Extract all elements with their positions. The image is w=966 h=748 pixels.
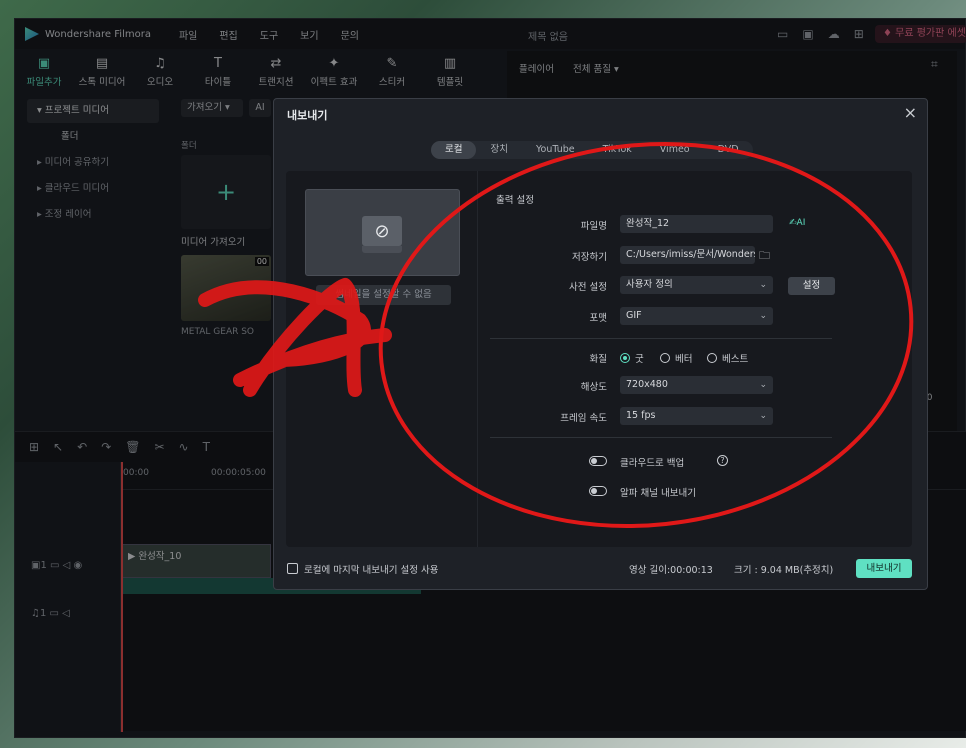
dialog-title: 내보내기	[287, 109, 328, 122]
chevron-down-icon: ⌄	[759, 380, 767, 390]
preview-bar	[362, 246, 402, 253]
framerate-value: 15 fps	[626, 410, 656, 421]
export-content: ⊘ 썸네일을 설정할 수 없음 출력 설정 파일명 완성작_12 ✍AI 저장하…	[286, 171, 912, 547]
preset-value: 사용자 정의	[626, 279, 673, 290]
divider	[490, 338, 832, 339]
export-dialog: 내보내기 × 로컬 장치 YouTube TikTok Vimeo DVD ⊘ …	[273, 98, 928, 590]
preview-error: 썸네일을 설정할 수 없음	[316, 285, 451, 305]
chevron-down-icon: ⌄	[759, 311, 767, 321]
format-label: 포맷	[589, 313, 607, 324]
preset-label: 사전 설정	[569, 282, 607, 293]
radio-unchecked	[707, 353, 717, 363]
tab-youtube[interactable]: YouTube	[522, 141, 589, 159]
tab-tiktok[interactable]: TikTok	[589, 141, 646, 159]
folder-icon[interactable]: 🗀	[759, 247, 770, 266]
resolution-label: 해상도	[580, 382, 607, 393]
framerate-select[interactable]: 15 fps ⌄	[620, 407, 773, 425]
quality-best-radio[interactable]: 베스트	[707, 351, 748, 365]
framerate-label: 프레임 속도	[560, 413, 607, 424]
save-label: 저장하기	[572, 252, 607, 263]
chevron-down-icon: ⌄	[759, 411, 767, 421]
filename-label: 파일명	[580, 221, 607, 232]
quality-label: 화질	[589, 354, 607, 365]
thumbnail-preview[interactable]: ⊘	[305, 189, 460, 276]
radio-label: 베터	[675, 354, 693, 365]
settings-button[interactable]: 설정	[788, 277, 835, 295]
resolution-value: 720x480	[626, 379, 668, 390]
tab-local[interactable]: 로컬	[431, 141, 477, 159]
resolution-select[interactable]: 720x480 ⌄	[620, 376, 773, 394]
alpha-channel-label: 알파 채널 내보내기	[620, 488, 696, 499]
filename-value: 완성작_12	[626, 218, 670, 229]
preset-select[interactable]: 사용자 정의 ⌄	[620, 276, 773, 294]
radio-checked	[620, 353, 630, 363]
content-divider	[477, 171, 478, 547]
export-tabs: 로컬 장치 YouTube TikTok Vimeo DVD	[431, 141, 753, 159]
radio-label: 굿	[635, 354, 644, 365]
tab-device[interactable]: 장치	[476, 141, 521, 159]
help-icon[interactable]: ?	[717, 455, 728, 466]
dialog-footer: 로컬에 마지막 내보내기 설정 사용 영상 길이:00:00:13 크기 : 9…	[274, 555, 927, 585]
chevron-down-icon: ⌄	[759, 280, 767, 290]
save-path-input[interactable]: C:/Users/imiss/문서/Wonders	[620, 246, 755, 264]
cloud-backup-label: 클라우드로 백업	[620, 458, 685, 469]
no-thumbnail-icon: ⊘	[362, 216, 402, 246]
tab-dvd[interactable]: DVD	[704, 141, 753, 159]
last-settings-label: 로컬에 마지막 내보내기 설정 사용	[304, 565, 439, 576]
format-select[interactable]: GIF ⌄	[620, 307, 773, 325]
quality-good-radio[interactable]: 굿	[620, 351, 644, 365]
tab-vimeo[interactable]: Vimeo	[646, 141, 704, 159]
divider	[490, 437, 832, 438]
video-duration: 영상 길이:00:00:13	[629, 565, 713, 576]
ai-rename-icon[interactable]: ✍AI	[789, 218, 805, 228]
estimated-size: 크기 : 9.04 MB(추정치)	[734, 565, 834, 576]
section-title: 출력 설정	[496, 195, 534, 206]
radio-label: 베스트	[722, 354, 749, 365]
filename-input[interactable]: 완성작_12	[620, 215, 773, 233]
cloud-backup-toggle[interactable]	[589, 456, 607, 466]
save-path-value: C:/Users/imiss/문서/Wonders	[626, 249, 755, 260]
quality-better-radio[interactable]: 베터	[660, 351, 692, 365]
last-settings-checkbox[interactable]	[287, 563, 298, 574]
alpha-channel-toggle[interactable]	[589, 486, 607, 496]
radio-unchecked	[660, 353, 670, 363]
close-icon[interactable]: ×	[904, 103, 917, 122]
export-button[interactable]: 내보내기	[856, 559, 912, 578]
format-value: GIF	[626, 310, 642, 321]
